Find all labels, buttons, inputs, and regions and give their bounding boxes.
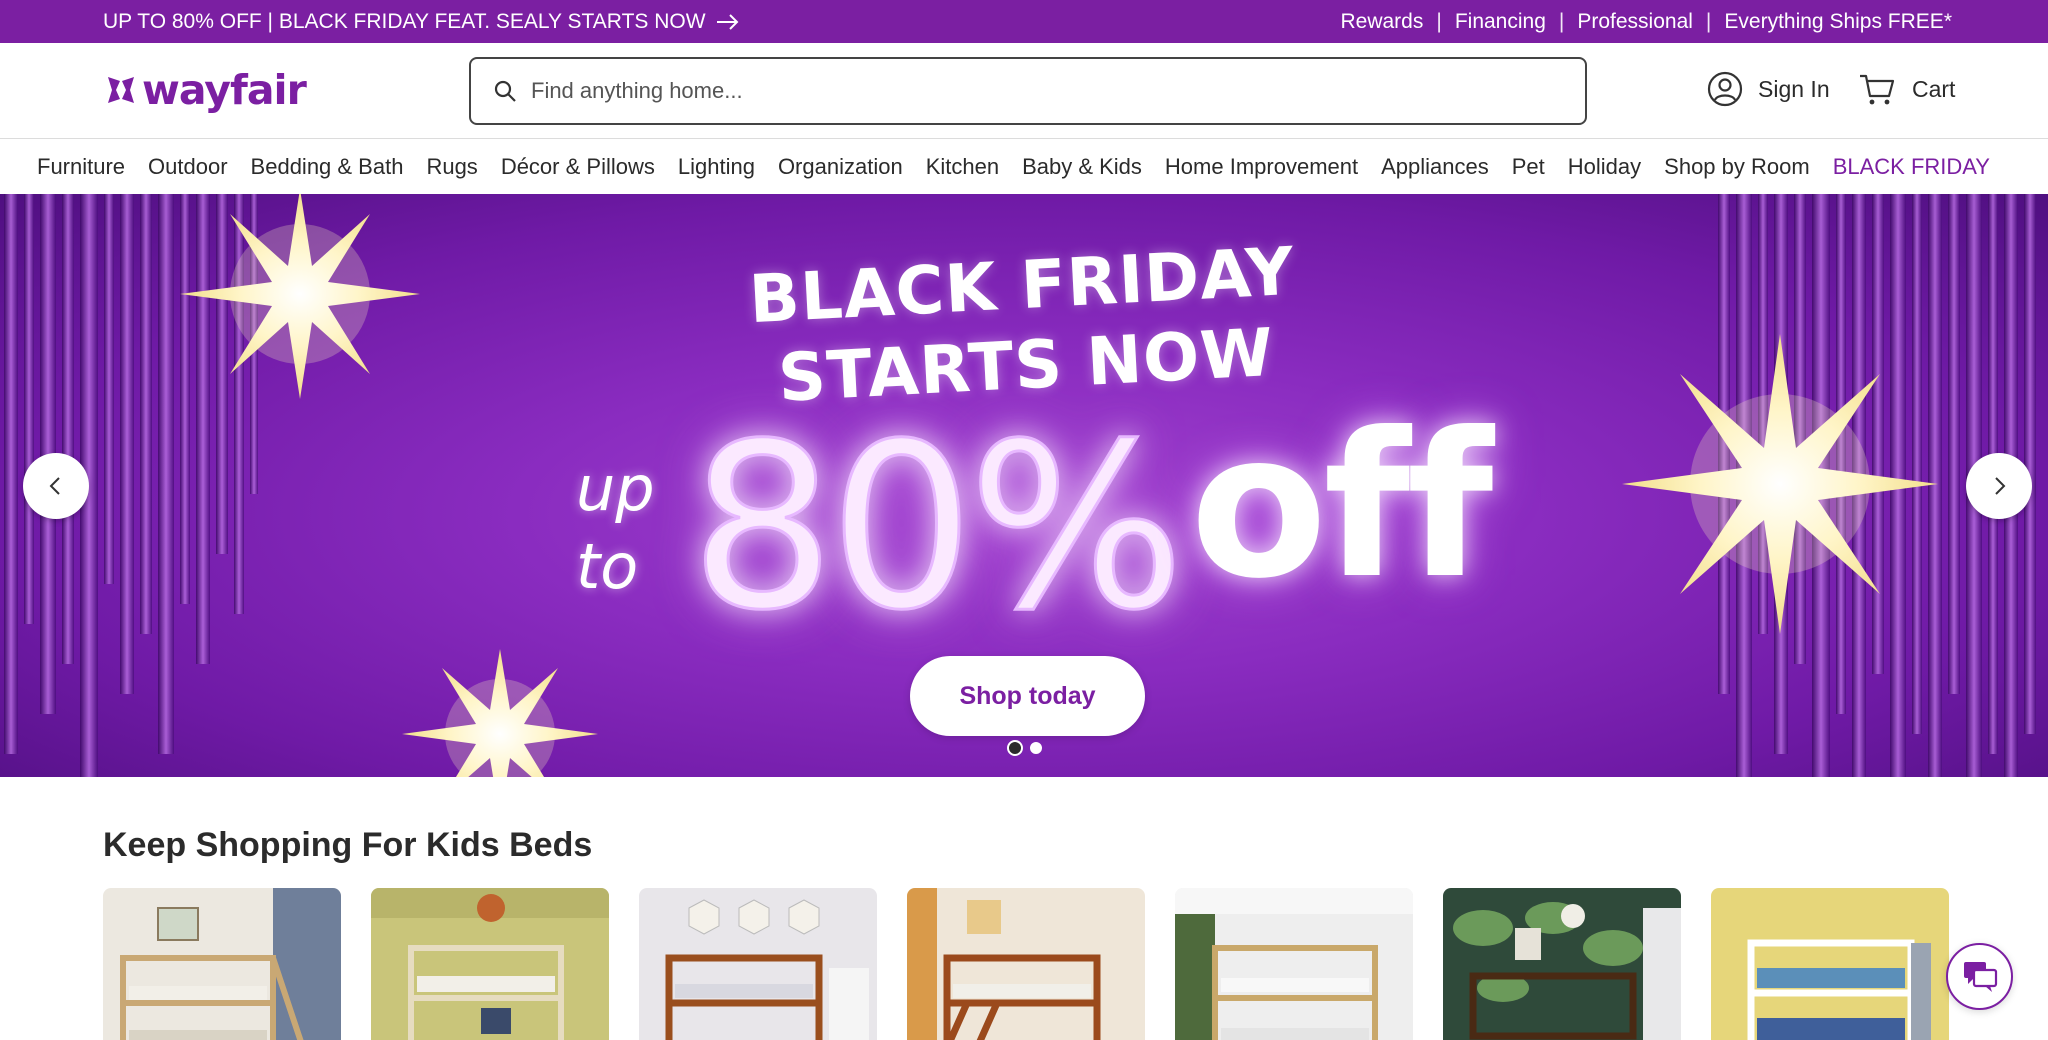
bunk-bed-image (907, 888, 1145, 1040)
nav-item-holiday[interactable]: Holiday (1568, 154, 1641, 180)
nav-item-lighting[interactable]: Lighting (678, 154, 755, 180)
logo-mark-icon (108, 77, 134, 103)
financing-link[interactable]: Financing (1455, 10, 1546, 34)
search-input[interactable] (531, 78, 1531, 104)
promo-links: Rewards | Financing | Professional | Eve… (1340, 10, 1952, 34)
nav-item-outdoor[interactable]: Outdoor (148, 154, 228, 180)
carousel-next-button[interactable] (1966, 453, 2032, 519)
carousel-dot[interactable] (1030, 742, 1042, 754)
bunk-bed-image (1711, 888, 1949, 1040)
user-icon (1707, 71, 1743, 107)
arrow-right-icon (716, 13, 738, 30)
chevron-right-icon (1995, 477, 2006, 495)
nav-item-pet[interactable]: Pet (1512, 154, 1545, 180)
carousel-dot[interactable] (1007, 740, 1023, 756)
chevron-left-icon (49, 477, 60, 495)
bunk-bed-image (639, 888, 877, 1040)
sign-in-label: Sign In (1758, 75, 1830, 102)
nav-item-rugs[interactable]: Rugs (426, 154, 477, 180)
offer-percent: 80% (689, 393, 1187, 662)
sign-in-button[interactable]: Sign In (1706, 70, 1830, 108)
nav-item-kitchen[interactable]: Kitchen (926, 154, 999, 180)
product-carousel (103, 888, 1949, 1040)
nav-item-home-improvement[interactable]: Home Improvement (1165, 154, 1358, 180)
promo-separator: | (1436, 9, 1442, 33)
cart-label: Cart (1912, 75, 1956, 102)
cart-icon (1860, 74, 1895, 105)
bunk-bed-image (103, 888, 341, 1040)
nav-item-baby-kids[interactable]: Baby & Kids (1022, 154, 1142, 180)
offer-up: up (576, 452, 655, 525)
offer-upto: up to (576, 450, 655, 606)
hero-banner[interactable]: BLACK FRIDAY STARTS NOW up to 80% off Sh… (0, 194, 2048, 777)
search-box[interactable] (469, 57, 1587, 125)
offer-off: off (1190, 390, 1493, 623)
nav-item-black-friday[interactable]: BLACK FRIDAY (1833, 154, 1990, 180)
promo-text[interactable]: UP TO 80% OFF | BLACK FRIDAY FEAT. SEALY… (103, 10, 706, 34)
product-tile[interactable] (103, 888, 341, 1040)
carousel-dots (1007, 740, 1042, 756)
hero-offer: up to 80% off (560, 390, 1520, 662)
free-shipping-link[interactable]: Everything Ships FREE* (1724, 10, 1952, 34)
bunk-bed-image (1443, 888, 1681, 1040)
carousel-prev-button[interactable] (23, 453, 89, 519)
promo-bar: UP TO 80% OFF | BLACK FRIDAY FEAT. SEALY… (0, 0, 2048, 43)
nav-item-organization[interactable]: Organization (778, 154, 903, 180)
nav-item-appliances[interactable]: Appliances (1381, 154, 1489, 180)
logo-text: wayfair (142, 66, 307, 114)
cart-button[interactable]: Cart (1858, 70, 1955, 108)
product-tile[interactable] (1711, 888, 1949, 1040)
category-nav: Furniture Outdoor Bedding & Bath Rugs Dé… (0, 140, 2048, 194)
nav-item-decor-pillows[interactable]: Décor & Pillows (501, 154, 655, 180)
chat-button[interactable] (1946, 943, 2013, 1010)
chat-icon (1963, 961, 1997, 992)
site-header: wayfair Sign In Cart (0, 43, 2048, 139)
bunk-bed-image (1175, 888, 1413, 1040)
bunk-bed-image (371, 888, 609, 1040)
product-tile[interactable] (1175, 888, 1413, 1040)
professional-link[interactable]: Professional (1577, 10, 1693, 34)
promo-separator: | (1705, 9, 1712, 33)
star-decoration (402, 649, 598, 777)
offer-to: to (576, 530, 639, 603)
wayfair-logo[interactable]: wayfair (104, 66, 307, 114)
nav-item-shop-by-room[interactable]: Shop by Room (1664, 154, 1810, 180)
shop-today-button[interactable]: Shop today (910, 656, 1145, 736)
section-title: Keep Shopping For Kids Beds (103, 826, 593, 864)
nav-item-furniture[interactable]: Furniture (37, 154, 125, 180)
promo-link[interactable]: UP TO 80% OFF | BLACK FRIDAY FEAT. SEALY… (103, 10, 740, 34)
product-tile[interactable] (1443, 888, 1681, 1040)
product-tile[interactable] (371, 888, 609, 1040)
promo-separator: | (1558, 9, 1565, 33)
rewards-link[interactable]: Rewards (1340, 10, 1423, 34)
nav-item-bedding-bath[interactable]: Bedding & Bath (251, 154, 404, 180)
product-tile[interactable] (639, 888, 877, 1040)
search-icon (494, 80, 516, 102)
product-tile[interactable] (907, 888, 1145, 1040)
